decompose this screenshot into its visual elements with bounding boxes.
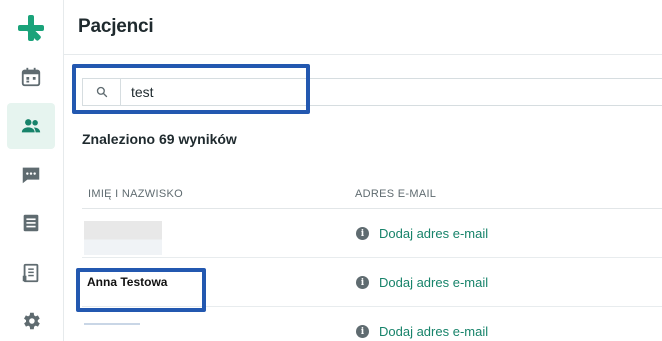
sidebar-item-documents[interactable] <box>7 200 55 246</box>
info-icon: i <box>356 276 369 289</box>
sidebar-item-receipts[interactable] <box>7 250 55 296</box>
page-title: Pacjenci <box>78 16 154 37</box>
name-highlight-box <box>76 268 206 312</box>
add-email-link[interactable]: Dodaj adres e-mail <box>379 226 488 241</box>
email-cell: i Dodaj adres e-mail <box>356 226 488 241</box>
sidebar-item-calendar[interactable] <box>7 54 55 100</box>
email-cell: i Dodaj adres e-mail <box>356 275 488 290</box>
sidebar-item-settings[interactable] <box>7 298 55 341</box>
redacted-name <box>84 323 140 325</box>
calendar-icon <box>21 67 41 87</box>
table-row[interactable]: i Dodaj adres e-mail <box>82 307 662 341</box>
chat-icon <box>22 167 40 184</box>
gear-icon <box>24 312 40 330</box>
redacted-name <box>84 221 162 255</box>
sidebar <box>0 0 64 341</box>
results-count: Znaleziono 69 wyników <box>82 131 237 147</box>
add-email-link[interactable]: Dodaj adres e-mail <box>379 275 488 290</box>
sidebar-item-messages[interactable] <box>7 152 55 198</box>
add-email-link[interactable]: Dodaj adres e-mail <box>379 324 488 339</box>
receipt-icon <box>22 263 39 283</box>
info-icon: i <box>356 325 369 338</box>
info-icon: i <box>356 227 369 240</box>
table-row[interactable]: i Dodaj adres e-mail <box>82 209 662 258</box>
search-highlight-box <box>72 64 310 114</box>
header-divider <box>64 54 662 55</box>
email-cell: i Dodaj adres e-mail <box>356 324 488 339</box>
document-list-icon <box>23 214 39 232</box>
patients-icon <box>21 119 41 133</box>
sidebar-item-patients[interactable] <box>7 103 55 149</box>
app-logo-icon[interactable] <box>15 12 47 44</box>
column-header-email: ADRES E-MAIL <box>355 188 437 200</box>
column-header-name[interactable]: IMIĘ I NAZWISKO <box>88 188 183 200</box>
